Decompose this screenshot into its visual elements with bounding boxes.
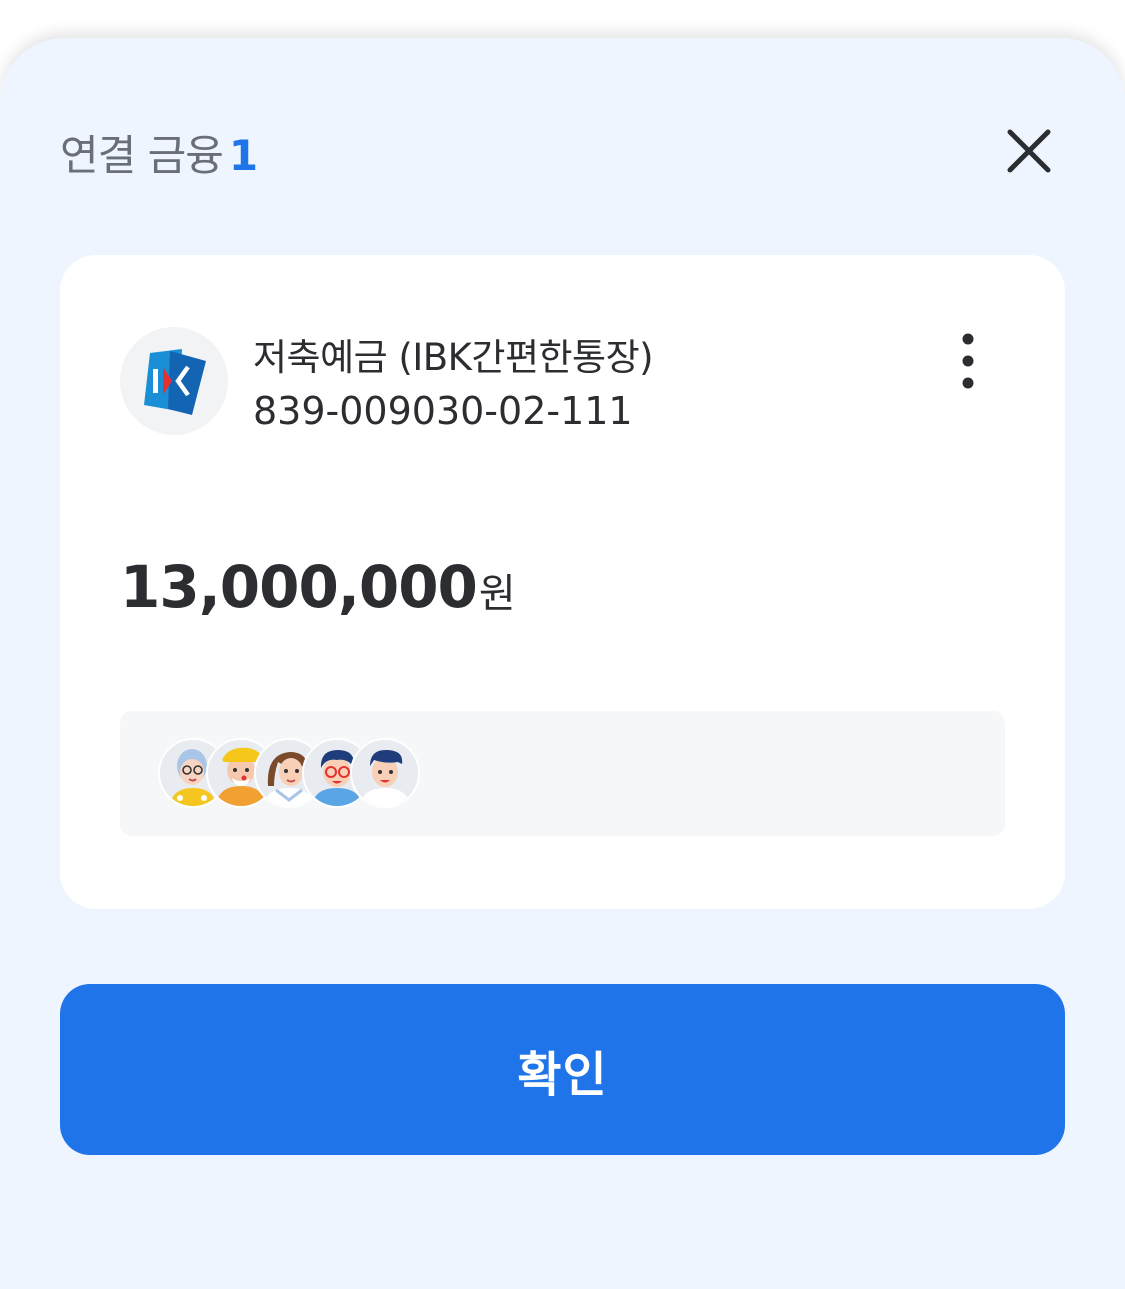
account-number: 839-009030-02-111	[253, 389, 633, 433]
balance-currency: 원	[478, 571, 516, 617]
ibk-bank-logo	[120, 327, 228, 435]
more-options-button[interactable]	[940, 331, 996, 391]
more-vertical-icon	[962, 333, 974, 389]
shared-members-strip[interactable]	[120, 711, 1005, 836]
sheet-title: 연결 금융 1	[60, 122, 258, 183]
young-man-avatar	[350, 738, 420, 808]
account-card: 저축예금 (IBK간편한통장) 839-009030-02-111 13,000…	[60, 255, 1065, 909]
balance-amount: 13,000,000	[120, 553, 478, 621]
confirm-button[interactable]: 확인	[60, 984, 1065, 1155]
linked-finance-sheet: 연결 금융 1 저축예금 (IBK간편한통장) 839-009030-02-111	[0, 38, 1125, 1289]
close-button[interactable]	[996, 118, 1062, 184]
close-icon	[1007, 129, 1051, 173]
sheet-title-label: 연결 금융	[60, 131, 224, 180]
linked-count: 1	[228, 131, 258, 180]
account-name: 저축예금 (IBK간편한통장)	[253, 336, 654, 379]
account-balance: 13,000,000원	[120, 553, 516, 621]
